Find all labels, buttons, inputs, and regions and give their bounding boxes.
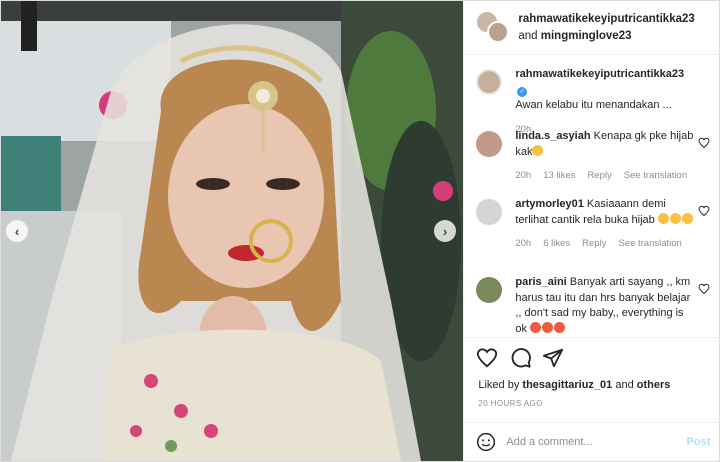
caption-text: Awan kelabu itu menandakan ... <box>515 99 672 111</box>
chevron-right-icon: › <box>442 223 448 239</box>
comment-icon[interactable] <box>510 347 532 369</box>
liked-by-user[interactable]: thesagittariuz_01 <box>522 379 612 391</box>
post-sidebar: rahmawatikekeyiputricantikka23 and mingm… <box>463 1 720 461</box>
emoji-icon <box>681 212 693 224</box>
reply-button[interactable]: Reply <box>582 236 606 252</box>
post-timestamp[interactable]: 20 HOURS AGO <box>478 399 542 408</box>
comment-likes[interactable]: 6 likes <box>543 236 570 252</box>
see-translation-button[interactable]: See translation <box>618 236 681 252</box>
avatar[interactable] <box>476 277 503 303</box>
emoji-icon <box>554 321 566 333</box>
post-card: ‹ › rahmawatikekeyiputricantikka23 and m… <box>0 0 720 462</box>
liked-by-prefix: Liked by <box>478 379 520 391</box>
comment-item: artymorley01 Kasiaaann demi terlihat can… <box>476 197 716 252</box>
post-comment-button[interactable]: Post <box>687 436 711 448</box>
avatar[interactable] <box>476 199 503 225</box>
post-photo <box>1 1 464 461</box>
carousel-next-button[interactable]: › <box>434 220 456 242</box>
liked-by-and: and <box>615 379 634 391</box>
emoji-icon <box>532 144 544 156</box>
header-username-1[interactable]: rahmawatikekeyiputricantikka23 <box>518 11 694 28</box>
action-bar <box>464 337 720 375</box>
verified-badge-icon: ✓ <box>517 86 528 97</box>
emoji-icon <box>669 212 681 224</box>
header-and: and <box>518 29 538 42</box>
emoji-icon <box>530 321 542 333</box>
liked-by: Liked by thesagittariuz_01 and others <box>478 379 670 391</box>
add-comment-input[interactable] <box>506 436 677 448</box>
post-header: rahmawatikekeyiputricantikka23 and mingm… <box>464 1 720 55</box>
collab-avatars[interactable] <box>476 10 510 45</box>
caption: rahmawatikekeyiputricantikka23 ✓ Awan kel… <box>476 67 716 137</box>
header-username-2[interactable]: mingminglove23 <box>541 30 632 42</box>
heart-icon[interactable] <box>698 205 710 217</box>
collab-usernames: rahmawatikekeyiputricantikka23 and mingm… <box>518 11 694 45</box>
reply-button[interactable]: Reply <box>587 168 611 184</box>
heart-icon[interactable] <box>476 347 498 369</box>
comment-username[interactable]: paris_aini <box>515 276 566 288</box>
smiley-icon[interactable] <box>476 432 496 452</box>
avatar[interactable] <box>476 69 503 95</box>
see-translation-button[interactable]: See translation <box>624 168 687 184</box>
comment-username[interactable]: artymorley01 <box>515 198 584 210</box>
comment-username[interactable]: linda.s_asyiah <box>515 130 590 142</box>
add-comment-bar: Post <box>464 422 720 461</box>
comment-likes[interactable]: 13 likes <box>543 168 575 184</box>
comment-time[interactable]: 20h <box>515 236 531 252</box>
heart-icon[interactable] <box>698 137 710 149</box>
liked-by-others[interactable]: others <box>637 379 671 391</box>
chevron-left-icon: ‹ <box>14 223 20 239</box>
emoji-icon <box>657 212 669 224</box>
avatar[interactable] <box>476 131 503 157</box>
carousel-prev-button[interactable]: ‹ <box>6 220 28 242</box>
avatar <box>487 20 510 43</box>
share-icon[interactable] <box>542 347 564 369</box>
heart-icon[interactable] <box>698 283 710 295</box>
comment-item: paris_aini Banyak arti sayang ,, km haru… <box>476 275 716 337</box>
post-image[interactable]: ‹ › <box>1 1 464 461</box>
comment-time[interactable]: 20h <box>515 168 531 184</box>
comment-item: linda.s_asyiah Kenapa gk pke hijab kak 2… <box>476 129 716 184</box>
emoji-icon <box>542 321 554 333</box>
comments-list[interactable]: rahmawatikekeyiputricantikka23 ✓ Awan kel… <box>464 55 720 337</box>
caption-username[interactable]: rahmawatikekeyiputricantikka23 <box>515 68 684 80</box>
